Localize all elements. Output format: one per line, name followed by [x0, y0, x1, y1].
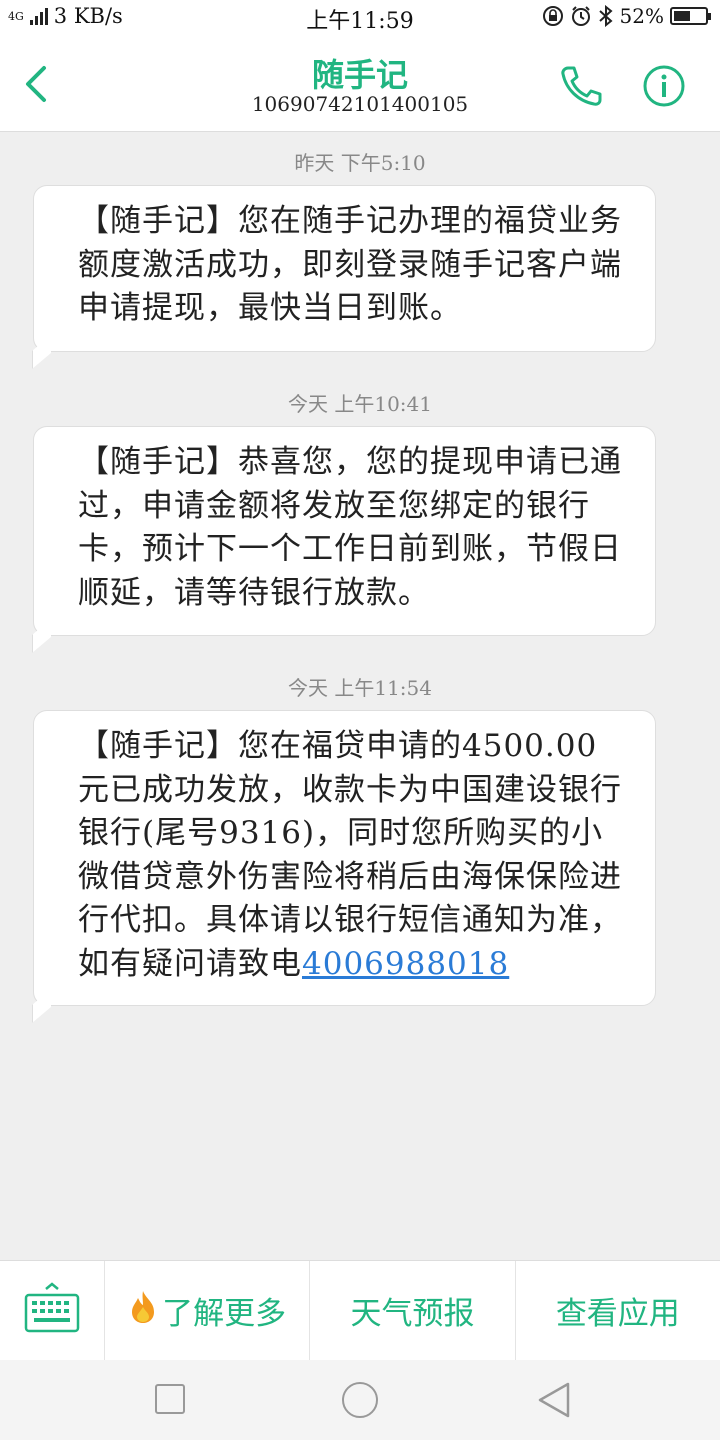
alarm-icon — [571, 6, 590, 26]
weather-button[interactable]: 天气预报 — [310, 1261, 516, 1360]
battery-percent: 52% — [619, 4, 664, 28]
fire-icon — [128, 1289, 158, 1333]
info-button[interactable] — [642, 64, 686, 108]
keyboard-toggle-button[interactable] — [0, 1261, 105, 1361]
message-timestamp: 今天 上午10:41 — [288, 392, 432, 416]
phone-icon — [561, 66, 602, 106]
message-text: 【随手记】您在随手记办理的福贷业务额度激活成功，即刻登录随手记客户端申请提现，最… — [78, 203, 622, 326]
info-icon — [643, 65, 685, 107]
triangle-back-icon — [538, 1382, 570, 1418]
view-app-button[interactable]: 查看应用 — [516, 1261, 720, 1360]
service-menu-bar: 了解更多 天气预报 查看应用 — [0, 1260, 720, 1361]
system-back-button[interactable] — [536, 1382, 572, 1418]
message-bubble[interactable]: 【随手记】您在随手记办理的福贷业务额度激活成功，即刻登录随手记客户端申请提现，最… — [33, 185, 656, 352]
call-button[interactable] — [556, 64, 604, 108]
status-bar: 4G 3 KB/s 上午11:59 52% — [0, 0, 720, 34]
status-right: 52% — [542, 4, 711, 28]
contact-number: 10690742101400105 — [251, 92, 469, 116]
recent-apps-button[interactable] — [155, 1384, 185, 1414]
keyboard-icon — [24, 1282, 80, 1333]
view-app-label: 查看应用 — [555, 1296, 680, 1332]
system-nav-bar — [0, 1360, 720, 1440]
message-text: 【随手记】恭喜您，您的提现申请已通过，申请金额将发放至您绑定的银行卡，预计下一个… — [78, 444, 622, 611]
message-timestamp: 今天 上午11:54 — [288, 676, 432, 700]
bluetooth-icon — [598, 5, 613, 27]
learn-more-label: 了解更多 — [162, 1296, 287, 1332]
phone-number-link[interactable]: 4006988018 — [302, 946, 509, 982]
message-text: 【随手记】您在福贷申请的4500.00元已成功发放，收款卡为中国建设银行银行(尾… — [78, 728, 622, 982]
conversation-header: 随手记 10690742101400105 — [0, 34, 720, 132]
message-bubble[interactable]: 【随手记】恭喜您，您的提现申请已通过，申请金额将发放至您绑定的银行卡，预计下一个… — [33, 426, 656, 636]
battery-icon — [670, 7, 711, 25]
message-list[interactable]: 昨天 下午5:10 【随手记】您在随手记办理的福贷业务额度激活成功，即刻登录随手… — [0, 132, 720, 1260]
message-bubble[interactable]: 【随手记】您在福贷申请的4500.00元已成功发放，收款卡为中国建设银行银行(尾… — [33, 710, 656, 1006]
lock-rotation-icon — [542, 6, 563, 26]
message-timestamp: 昨天 下午5:10 — [294, 151, 426, 175]
weather-label: 天气预报 — [350, 1296, 475, 1332]
learn-more-button[interactable]: 了解更多 — [105, 1261, 311, 1360]
home-button[interactable] — [342, 1382, 378, 1418]
contact-name: 随手记 — [311, 56, 408, 94]
